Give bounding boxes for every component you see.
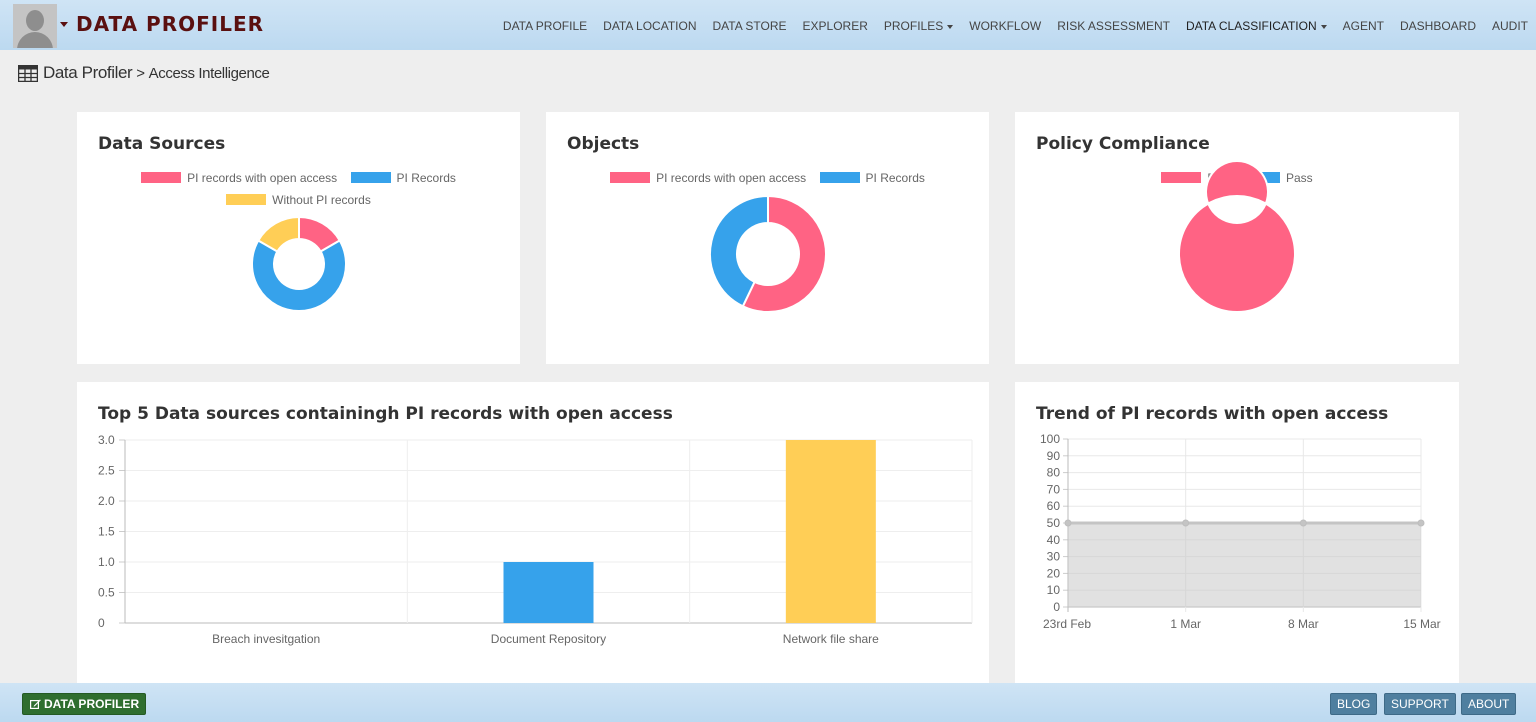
y-tick-label: 70	[1047, 482, 1061, 496]
x-tick-label: Document Repository	[491, 632, 606, 646]
trend-point[interactable]	[1064, 519, 1072, 527]
y-tick-label: 2.5	[98, 464, 115, 478]
nav-data-store[interactable]: DATA STORE	[713, 19, 787, 33]
data-sources-donut-chart[interactable]	[77, 112, 520, 364]
footer-bar: DATA PROFILER BLOG SUPPORT ABOUT	[0, 683, 1536, 722]
y-tick-label: 60	[1047, 499, 1061, 513]
y-tick-label: 3.0	[98, 433, 115, 447]
y-tick-label: 100	[1040, 432, 1060, 446]
data-sources-card: Data Sources PI records with open access…	[77, 112, 520, 364]
policy-compliance-card: Policy Compliance Fail Pass	[1015, 112, 1459, 364]
table-icon	[18, 64, 38, 82]
top-navbar: DATA PROFILER DATA PROFILE DATA LOCATION…	[0, 0, 1536, 50]
y-tick-label: 80	[1047, 466, 1061, 480]
trend-point[interactable]	[1182, 519, 1190, 527]
donut-slice-pi-records[interactable]	[251, 239, 347, 312]
y-tick-label: 50	[1047, 516, 1061, 530]
donut-slice-fail[interactable]	[1178, 160, 1296, 313]
trend-point[interactable]	[1417, 519, 1425, 527]
nav-workflow[interactable]: WORKFLOW	[969, 19, 1041, 33]
nav-dashboard[interactable]: DASHBOARD	[1400, 19, 1476, 33]
brand-title[interactable]: DATA PROFILER	[76, 12, 264, 36]
nav-data-location[interactable]: DATA LOCATION	[603, 19, 696, 33]
breadcrumb-root[interactable]: Data Profiler	[43, 63, 133, 83]
x-tick-label: 8 Mar	[1288, 617, 1319, 631]
top5-data-sources-card: Top 5 Data sources containingh PI record…	[77, 382, 989, 683]
nav-data-profile[interactable]: DATA PROFILE	[503, 19, 587, 33]
nav-profiles-dropdown[interactable]: PROFILES	[884, 19, 953, 33]
blog-button[interactable]: BLOG	[1330, 693, 1378, 715]
y-tick-label: 0	[98, 616, 105, 630]
nav-audit[interactable]: AUDIT	[1492, 19, 1528, 33]
trend-area	[1068, 523, 1421, 607]
breadcrumb: Data Profiler > Access Intelligence	[18, 63, 270, 83]
nav-explorer[interactable]: EXPLORER	[803, 19, 868, 33]
y-tick-label: 1.5	[98, 525, 115, 539]
y-tick-label: 10	[1047, 583, 1061, 597]
x-tick-label: 1 Mar	[1170, 617, 1201, 631]
nav-agent[interactable]: AGENT	[1343, 19, 1384, 33]
y-tick-label: 40	[1047, 533, 1061, 547]
breadcrumb-current: Access Intelligence	[148, 64, 270, 82]
x-tick-label: Network file share	[783, 632, 879, 646]
edit-icon	[30, 699, 41, 709]
bar-document-repository[interactable]	[503, 562, 594, 623]
breadcrumb-separator: >	[136, 64, 145, 82]
user-menu-caret-icon[interactable]	[60, 22, 68, 27]
bar-network-file-share[interactable]	[785, 440, 876, 623]
y-tick-label: 1.0	[98, 555, 115, 569]
objects-donut-chart[interactable]	[546, 112, 989, 364]
trend-area-chart[interactable]: 100908070605040302010023rd Feb 1 Mar 8 Mar…	[1015, 382, 1459, 683]
x-tick-label: 15 Mar	[1403, 617, 1440, 631]
y-tick-label: 90	[1047, 449, 1061, 463]
y-tick-label: 2.0	[98, 494, 115, 508]
main-nav: DATA PROFILE DATA LOCATION DATA STORE EX…	[503, 19, 1528, 33]
y-tick-label: 30	[1047, 550, 1061, 564]
trend-point[interactable]	[1299, 519, 1307, 527]
about-button[interactable]: ABOUT	[1461, 693, 1517, 715]
y-tick-label: 0.5	[98, 586, 115, 600]
trend-card: Trend of PI records with open access 100…	[1015, 382, 1459, 683]
nav-data-classification-dropdown[interactable]: DATA CLASSIFICATION	[1186, 19, 1327, 33]
y-tick-label: 20	[1047, 566, 1061, 580]
x-tick-label: Breach invesitgation	[212, 632, 320, 646]
footer-brand-label: DATA PROFILER	[44, 697, 140, 711]
footer-brand-button[interactable]: DATA PROFILER	[22, 693, 147, 715]
nav-risk-assessment[interactable]: RISK ASSESSMENT	[1057, 19, 1170, 33]
x-tick-label: 23rd Feb	[1043, 617, 1091, 631]
y-tick-label: 0	[1053, 600, 1060, 614]
user-avatar[interactable]	[13, 4, 57, 48]
support-button[interactable]: SUPPORT	[1384, 693, 1456, 715]
objects-card: Objects PI records with open access PI R…	[546, 112, 989, 364]
top5-bar-chart[interactable]: 3.0 2.5 2.0 1.5 1.0 0.5 0 Breach invesitgation D…	[77, 382, 989, 683]
policy-compliance-donut-chart[interactable]	[1015, 112, 1459, 364]
